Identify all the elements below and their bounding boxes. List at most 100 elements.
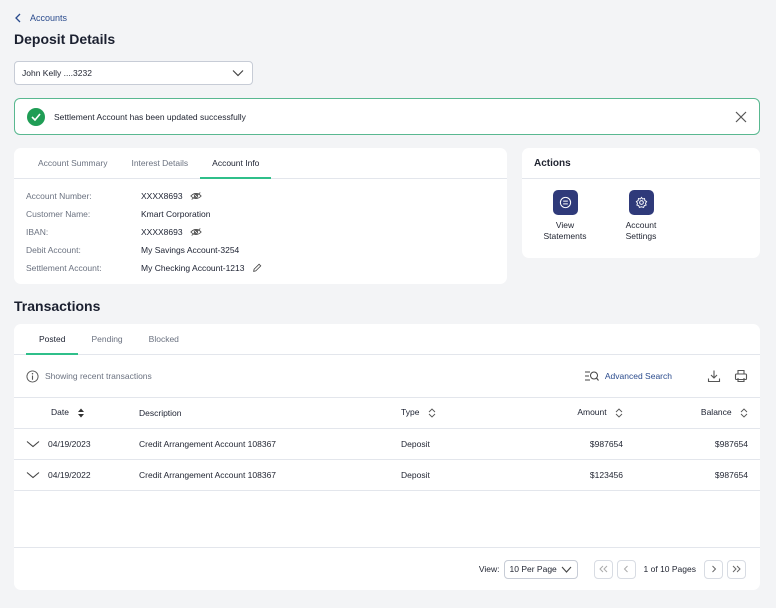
success-alert: Settlement Account has been updated succ… — [14, 98, 760, 135]
info-label: Customer Name: — [26, 209, 91, 219]
column-description: Description — [139, 398, 401, 429]
table-row[interactable]: 04/19/2022 Credit Arrangement Account 10… — [14, 459, 760, 491]
page-indicator: 1 of 10 Pages — [643, 564, 696, 574]
sort-filled-icon — [78, 408, 85, 418]
info-row-debit-account: Debit Account: My Savings Account-3254 — [26, 241, 495, 259]
search-filter-icon — [584, 371, 599, 381]
advanced-search-label: Advanced Search — [604, 371, 672, 381]
per-page-select[interactable]: 10 Per Page — [503, 559, 578, 579]
tab-pending[interactable]: Pending — [78, 324, 135, 354]
column-label: Type — [401, 407, 420, 418]
transactions-hint: Showing recent transactions — [45, 371, 152, 381]
transactions-toolbar: Showing recent transactions Advanced Sea… — [14, 355, 760, 398]
advanced-search-link[interactable]: Advanced Search — [584, 370, 672, 382]
info-value: Kmart Corporation — [141, 209, 211, 219]
column-date[interactable]: Date — [14, 398, 139, 429]
cell-description: Credit Arrangement Account 108367 — [139, 459, 401, 491]
account-selector-value: John Kelly ....3232 — [22, 68, 92, 78]
chevron-left-icon — [15, 13, 21, 23]
info-row-customer-name: Customer Name: Kmart Corporation — [26, 205, 495, 223]
column-amount[interactable]: Amount — [516, 398, 623, 429]
info-value: XXXX8693 — [141, 227, 183, 237]
tab-interest-details[interactable]: Interest Details — [119, 148, 200, 178]
column-balance[interactable]: Balance — [623, 398, 760, 429]
info-row-settlement-account: Settlement Account: My Checking Account-… — [26, 259, 495, 277]
cell-description: Credit Arrangement Account 108367 — [139, 428, 401, 460]
info-label: IBAN: — [26, 227, 49, 237]
info-row-iban: IBAN: XXXX8693 — [26, 223, 495, 241]
tab-account-info[interactable]: Account Info — [200, 148, 272, 179]
breadcrumb-back-link[interactable]: Accounts — [14, 13, 67, 23]
info-icon — [26, 369, 39, 383]
column-type[interactable]: Type — [401, 398, 516, 429]
cell-amount: $987654 — [516, 428, 623, 460]
sort-icon — [740, 408, 748, 418]
tab-account-summary[interactable]: Account Summary — [26, 148, 119, 178]
column-label: Amount — [577, 407, 607, 418]
column-label: Description — [139, 407, 182, 418]
chevron-right-icon — [711, 565, 716, 573]
info-tabs: Account Summary Interest Details Account… — [14, 148, 507, 179]
cell-balance: $987654 — [623, 428, 760, 460]
page-title: Deposit Details — [14, 31, 116, 47]
cell-balance: $987654 — [623, 459, 760, 491]
eye-off-icon[interactable] — [189, 191, 202, 201]
cell-amount: $123456 — [516, 459, 623, 491]
cell-type: Deposit — [401, 459, 516, 491]
per-page-value: 10 Per Page — [509, 564, 557, 574]
info-row-account-number: Account Number: XXXX8693 — [26, 187, 495, 205]
chevron-left-icon — [623, 565, 628, 573]
column-label: Balance — [700, 407, 732, 418]
actions-card: Actions View Statements Account Settings — [522, 148, 760, 258]
account-settings-label: Account Settings — [625, 220, 657, 241]
chevron-down-icon[interactable] — [26, 471, 40, 479]
view-statements-button[interactable]: View Statements — [535, 190, 595, 242]
double-chevron-left-icon — [599, 565, 608, 573]
column-label: Date — [51, 407, 69, 418]
first-page-button[interactable] — [593, 559, 613, 579]
check-circle-icon — [27, 107, 45, 126]
pencil-icon[interactable] — [251, 263, 263, 273]
gear-icon — [628, 190, 654, 215]
info-value: XXXX8693 — [141, 191, 183, 201]
download-icon[interactable] — [707, 369, 721, 383]
account-info-card: Account Summary Interest Details Account… — [14, 148, 507, 284]
chevron-down-icon — [561, 566, 571, 573]
info-value: My Savings Account-3254 — [141, 245, 240, 255]
next-page-button[interactable] — [704, 559, 723, 579]
tab-blocked[interactable]: Blocked — [136, 324, 192, 354]
cell-date: 04/19/2022 — [48, 469, 91, 480]
chevron-down-icon — [232, 70, 244, 77]
cell-type: Deposit — [401, 428, 516, 460]
account-selector[interactable]: John Kelly ....3232 — [14, 61, 253, 85]
transactions-table: Date Description Type Amount Balance 04/… — [14, 398, 760, 491]
sort-icon — [428, 408, 436, 418]
info-label: Debit Account: — [26, 245, 81, 255]
statement-icon — [552, 190, 578, 215]
prev-page-button[interactable] — [616, 559, 636, 579]
alert-message: Settlement Account has been updated succ… — [54, 111, 246, 122]
chevron-down-icon[interactable] — [26, 440, 40, 448]
tab-posted[interactable]: Posted — [26, 324, 79, 355]
breadcrumb-label: Accounts — [30, 13, 68, 23]
view-label: View: — [478, 564, 500, 574]
sort-icon — [615, 408, 623, 418]
print-icon[interactable] — [734, 369, 748, 383]
close-icon[interactable] — [735, 111, 747, 123]
last-page-button[interactable] — [727, 559, 746, 579]
pagination-bar: View: 10 Per Page 1 of 10 Pages — [14, 547, 760, 590]
cell-date: 04/19/2023 — [48, 438, 91, 449]
double-chevron-right-icon — [732, 565, 741, 573]
table-row[interactable]: 04/19/2023 Credit Arrangement Account 10… — [14, 428, 760, 460]
view-statements-label: View Statements — [543, 220, 587, 241]
info-label: Settlement Account: — [26, 263, 102, 273]
transaction-tabs: Posted Pending Blocked — [14, 324, 760, 355]
eye-off-icon[interactable] — [189, 227, 202, 237]
account-settings-button[interactable]: Account Settings — [611, 190, 671, 242]
actions-title: Actions — [522, 148, 760, 179]
transactions-card: Posted Pending Blocked Showing recent tr… — [14, 324, 760, 590]
table-header-row: Date Description Type Amount Balance — [14, 398, 760, 429]
transactions-title: Transactions — [14, 298, 101, 314]
info-label: Account Number: — [26, 191, 92, 201]
info-value: My Checking Account-1213 — [141, 263, 245, 273]
